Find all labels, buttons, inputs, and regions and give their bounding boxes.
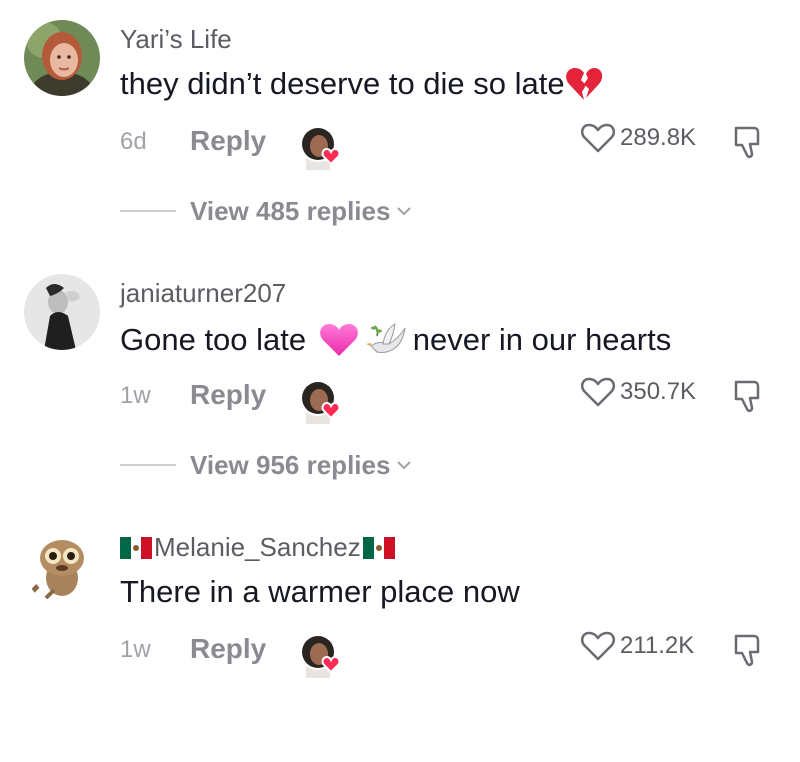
avatar[interactable]: [24, 528, 100, 604]
heart-outline-icon: [580, 377, 616, 407]
comment-item: janiaturner207 Gone too late never in ou…: [0, 254, 800, 508]
username-label: janiaturner207: [120, 278, 287, 308]
timestamp: 1w: [120, 382, 151, 409]
chevron-down-icon: [397, 207, 412, 216]
comment-text-label: There in a warmer place now: [120, 574, 520, 609]
reply-button[interactable]: Reply: [190, 379, 266, 411]
like-button[interactable]: 289.8K: [580, 122, 696, 154]
mexico-flag-icon: [362, 536, 395, 559]
creator-liked-avatar-icon: [302, 128, 341, 170]
comment-text-label: they didn’t deserve to die so late: [120, 66, 565, 101]
view-replies-label: View 485 replies: [190, 195, 391, 226]
divider-line: [120, 464, 176, 466]
dislike-icon[interactable]: [730, 378, 764, 414]
heart-outline-icon: [580, 123, 616, 153]
dislike-icon[interactable]: [730, 124, 764, 160]
like-count: 211.2K: [620, 632, 695, 659]
like-count: 289.8K: [620, 124, 697, 151]
dislike-icon[interactable]: [730, 632, 764, 668]
reply-button[interactable]: Reply: [190, 125, 266, 157]
comment-text-label: Gone too late: [120, 322, 315, 357]
comment-actions: 1w Reply 350.7K: [120, 374, 780, 424]
like-count: 350.7K: [620, 378, 697, 405]
comment-actions: 6d Reply 289.8K: [120, 120, 780, 170]
username-label: Melanie_Sanchez: [154, 532, 361, 562]
avatar[interactable]: [24, 274, 100, 350]
username[interactable]: Melanie_Sanchez: [120, 532, 395, 563]
broken-heart-icon: [565, 68, 602, 100]
avatar[interactable]: [24, 20, 100, 96]
creator-liked-avatar-icon: [302, 382, 341, 424]
comment-text-suffix: never in our hearts: [412, 322, 672, 357]
reply-button[interactable]: Reply: [190, 633, 266, 665]
comment-item: Melanie_Sanchez There in a warmer place …: [0, 508, 800, 762]
mexico-flag-icon: [120, 536, 152, 559]
comment-actions: 1w Reply 211.2K: [120, 628, 780, 678]
heart-outline-icon: [580, 631, 616, 661]
divider-line: [120, 210, 176, 212]
comment-text: There in a warmer place now: [120, 574, 520, 610]
comment-text: Gone too late never in our hearts: [120, 320, 671, 360]
username-label: Yari’s Life: [120, 24, 232, 54]
view-replies-button[interactable]: View 956 replies: [120, 448, 414, 482]
like-button[interactable]: 350.7K: [580, 376, 696, 408]
timestamp: 6d: [120, 128, 147, 155]
dove-icon: [365, 323, 406, 353]
creator-liked-avatar-icon: [302, 636, 341, 678]
chevron-down-icon: [397, 461, 412, 470]
comment-text: they didn’t deserve to die so late: [120, 66, 603, 102]
pink-heart-icon: [319, 324, 358, 356]
timestamp: 1w: [120, 636, 151, 663]
comment-item: Yari’s Life they didn’t deserve to die s…: [0, 0, 800, 254]
username[interactable]: janiaturner207: [120, 278, 286, 309]
username[interactable]: Yari’s Life: [120, 24, 232, 55]
view-replies-label: View 956 replies: [190, 449, 391, 480]
view-replies-button[interactable]: View 485 replies: [120, 194, 414, 228]
like-button[interactable]: 211.2K: [580, 630, 694, 662]
